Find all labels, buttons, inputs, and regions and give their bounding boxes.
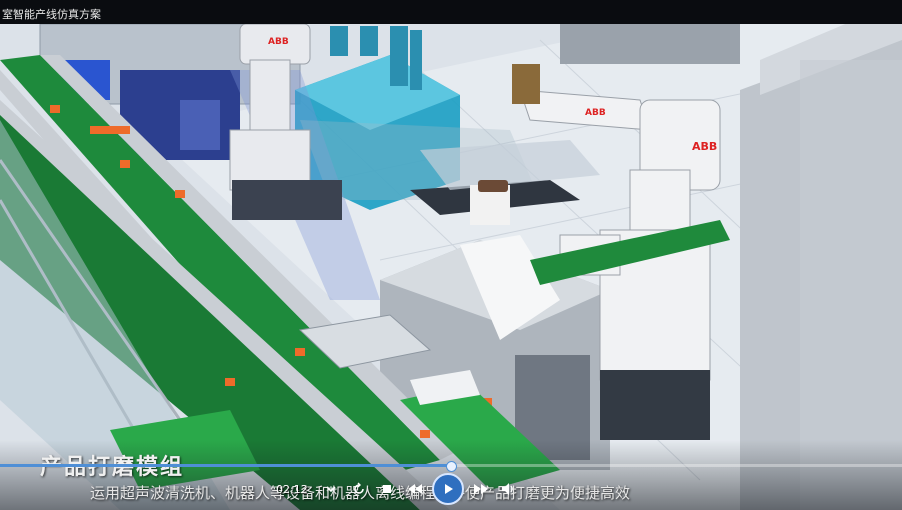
video-player[interactable]: ABB ABB ABB 室智能产线仿真方案 产品打磨模组 运用超声波清洗机、机器… [0, 0, 902, 510]
progress-knob[interactable] [446, 461, 457, 472]
player-controls: 02:12 [276, 473, 520, 505]
svg-text:ABB: ABB [692, 140, 717, 153]
svg-text:ABB: ABB [585, 108, 606, 118]
window-title: 室智能产线仿真方案 [2, 8, 101, 21]
factory-simulation-scene: ABB ABB ABB [0, 0, 902, 510]
loop-icon[interactable] [320, 479, 342, 499]
progress-bar[interactable] [0, 461, 902, 472]
stop-icon[interactable] [376, 479, 398, 499]
fast-forward-icon[interactable] [470, 479, 492, 499]
current-time: 02:12 [276, 482, 308, 496]
play-icon[interactable] [431, 473, 464, 505]
volume-icon[interactable] [498, 479, 520, 499]
replay-icon[interactable] [348, 479, 370, 499]
rewind-icon[interactable] [404, 479, 426, 499]
svg-text:ABB: ABB [268, 37, 289, 47]
progress-fill [0, 464, 451, 467]
window-title-bar: 室智能产线仿真方案 [0, 0, 902, 24]
